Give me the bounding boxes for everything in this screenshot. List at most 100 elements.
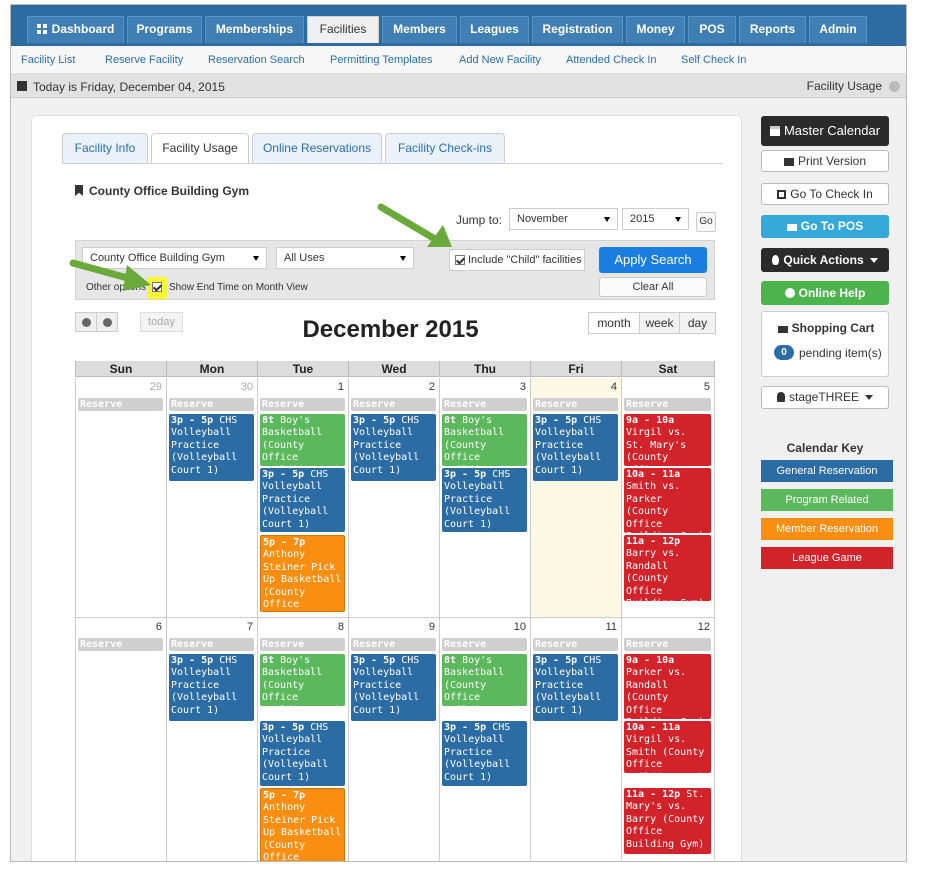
calendar-event[interactable]: 5p - 7p Anthony Steiner Pick Up Basketba… [260, 788, 345, 861]
reserve-button[interactable]: Reserve [169, 638, 254, 651]
print-version-button[interactable]: Print Version [761, 150, 889, 172]
reserve-button[interactable]: Reserve [260, 638, 345, 651]
include-child-checkbox[interactable] [455, 255, 465, 265]
day-cell[interactable]: 3 Reserve 8t Boy's Basketball (County Of… [440, 378, 531, 618]
day-cell-today[interactable]: 4 Reserve 3p - 5p CHS Volleyball Practic… [531, 378, 622, 618]
apply-search-button[interactable]: Apply Search [599, 247, 707, 273]
reserve-button[interactable]: Reserve [351, 398, 436, 411]
calendar-event[interactable]: 9a - 10a Virgil vs. St. Mary's (County O… [624, 414, 711, 466]
calendar-event[interactable]: 11a - 12p St. Mary's vs. Barry (County O… [624, 788, 711, 854]
day-cell[interactable]: 1 Reserve 8t Boy's Basketball (County Of… [258, 378, 349, 618]
calendar-event[interactable]: 3p - 5p CHS Volleyball Practice (Volleyb… [169, 654, 254, 721]
subnav-add-new-facility[interactable]: Add New Facility [459, 54, 541, 66]
reserve-button[interactable]: Reserve [533, 398, 618, 411]
nav-tab-pos[interactable]: POS [688, 16, 736, 43]
year-select[interactable]: 2015 [622, 208, 689, 230]
calendar-event[interactable]: 8t Boy's Basketball (County Office Build… [260, 654, 345, 706]
day-cell[interactable]: 6 Reserve [75, 618, 167, 861]
nav-tab-admin[interactable]: Admin [809, 16, 867, 43]
master-calendar-button[interactable]: Master Calendar [761, 116, 889, 146]
chevron-down-icon [675, 217, 681, 222]
go-to-pos-button[interactable]: Go To POS [761, 215, 889, 238]
subnav-reserve-facility[interactable]: Reserve Facility [105, 54, 183, 66]
calendar-event[interactable]: 3p - 5p CHS Volleyball Practice (Volleyb… [351, 654, 436, 721]
nav-tab-members[interactable]: Members [382, 16, 457, 43]
subnav-facility-list[interactable]: Facility List [21, 54, 75, 66]
shopping-cart-panel[interactable]: Shopping Cart 0 pending item(s) [761, 311, 889, 377]
day-cell[interactable]: 7 Reserve 3p - 5p CHS Volleyball Practic… [167, 618, 258, 861]
nav-tab-facilities[interactable]: Facilities [307, 16, 379, 43]
online-help-button[interactable]: Online Help [761, 281, 889, 305]
calendar-event[interactable]: 10a - 11a Virgil vs. Smith (County Offic… [624, 721, 711, 773]
calendar-event[interactable]: 11a - 12p Barry vs. Randall (County Offi… [624, 535, 711, 601]
reserve-button[interactable]: Reserve [169, 398, 254, 411]
calendar-event[interactable]: 8t Boy's Basketball (County Office Build… [260, 414, 345, 466]
calendar-event[interactable]: 3p - 5p CHS Volleyball Practice (Volleyb… [260, 721, 345, 786]
day-cell[interactable]: 12 Reserve 9a - 10a Parker vs. Randall (… [622, 618, 715, 861]
calendar-event[interactable]: 5p - 7p Anthony Steiner Pick Up Basketba… [260, 535, 345, 612]
reserve-button[interactable]: Reserve [533, 638, 618, 651]
calendar-event[interactable]: 3p - 5p CHS Volleyball Practice (Volleyb… [442, 721, 527, 786]
day-view-button[interactable]: day [679, 312, 716, 334]
tab-facility-usage[interactable]: Facility Usage [151, 133, 249, 164]
reserve-button[interactable]: Reserve [78, 398, 163, 411]
day-number: 8 [337, 621, 344, 633]
tab-online-reservations[interactable]: Online Reservations [252, 133, 382, 163]
app-window: Dashboard Programs Memberships Facilitie… [10, 4, 907, 862]
nav-tab-dashboard[interactable]: Dashboard [27, 16, 124, 43]
day-cell[interactable]: 2 Reserve 3p - 5p CHS Volleyball Practic… [349, 378, 440, 618]
day-cell[interactable]: 29 Reserve [75, 378, 167, 618]
key-general-reservation: General Reservation [761, 460, 893, 482]
weekday-header: Sat [622, 361, 715, 377]
user-menu-button[interactable]: stageTHREE [761, 386, 889, 409]
day-number: 2 [428, 381, 435, 393]
day-cell[interactable]: 11 Reserve 3p - 5p CHS Volleyball Practi… [531, 618, 622, 861]
calendar-event[interactable]: 8t Boy's Basketball (County Office Build… [442, 654, 527, 706]
clear-all-button[interactable]: Clear All [599, 277, 707, 297]
subnav-self-check-in[interactable]: Self Check In [681, 54, 746, 66]
tab-facility-check-ins[interactable]: Facility Check-ins [385, 133, 505, 163]
calendar-event[interactable]: 3p - 5p CHS Volleyball Practice (Volleyb… [169, 414, 254, 481]
calendar-event[interactable]: 3p - 5p CHS Volleyball Practice (Volleyb… [351, 414, 436, 481]
tab-facility-info[interactable]: Facility Info [62, 133, 148, 163]
reserve-button[interactable]: Reserve [78, 638, 163, 651]
calendar-event[interactable]: 3p - 5p CHS Volleyball Practice (Volleyb… [442, 468, 527, 532]
nav-tab-money[interactable]: Money [626, 16, 685, 43]
reserve-button[interactable]: Reserve [442, 638, 527, 651]
quick-actions-button[interactable]: Quick Actions [761, 248, 889, 272]
subnav-reservation-search[interactable]: Reservation Search [208, 54, 305, 66]
month-view-button[interactable]: month [588, 312, 640, 334]
day-number: 29 [149, 381, 162, 393]
day-cell[interactable]: 5 Reserve 9a - 10a Virgil vs. St. Mary's… [622, 378, 715, 618]
go-to-check-in-button[interactable]: Go To Check In [761, 183, 889, 205]
nav-tab-reports[interactable]: Reports [739, 16, 806, 43]
day-number: 6 [155, 621, 162, 633]
subnav-attended-check-in[interactable]: Attended Check In [566, 54, 657, 66]
calendar-event[interactable]: 3p - 5p CHS Volleyball Practice (Volleyb… [533, 414, 618, 481]
day-cell[interactable]: 9 Reserve 3p - 5p CHS Volleyball Practic… [349, 618, 440, 861]
facility-title: County Office Building Gym [75, 184, 249, 198]
reserve-button[interactable]: Reserve [260, 398, 345, 411]
reserve-button[interactable]: Reserve [442, 398, 527, 411]
reserve-button[interactable]: Reserve [351, 638, 436, 651]
reserve-button[interactable]: Reserve [624, 398, 711, 411]
week-view-button[interactable]: week [639, 312, 680, 334]
facility-usage-toggle[interactable]: Facility Usage [807, 79, 882, 93]
calendar-event[interactable]: 10a - 11a Smith vs. Parker (County Offic… [624, 468, 711, 533]
reserve-button[interactable]: Reserve [624, 638, 711, 651]
calendar-event[interactable]: 8t Boy's Basketball (County Office Build… [442, 414, 527, 466]
nav-tab-leagues[interactable]: Leagues [460, 16, 529, 43]
calendar-event[interactable]: 3p - 5p CHS Volleyball Practice (Volleyb… [260, 468, 345, 532]
calendar-event[interactable]: 3p - 5p CHS Volleyball Practice (Volleyb… [533, 654, 618, 721]
go-button[interactable]: Go [696, 212, 716, 232]
nav-tab-memberships[interactable]: Memberships [205, 16, 304, 43]
subnav-permitting-templates[interactable]: Permitting Templates [330, 54, 433, 66]
day-cell[interactable]: 30 Reserve 3p - 5p CHS Volleyball Practi… [167, 378, 258, 618]
nav-tab-registration[interactable]: Registration [532, 16, 623, 43]
collapse-icon[interactable] [889, 81, 900, 92]
day-cell[interactable]: 8 Reserve 8t Boy's Basketball (County Of… [258, 618, 349, 861]
calendar-event[interactable]: 9a - 10a Parker vs. Randall (County Offi… [624, 654, 711, 719]
nav-tab-programs[interactable]: Programs [127, 16, 202, 43]
month-select[interactable]: November [509, 208, 618, 230]
day-cell[interactable]: 10 Reserve 8t Boy's Basketball (County O… [440, 618, 531, 861]
